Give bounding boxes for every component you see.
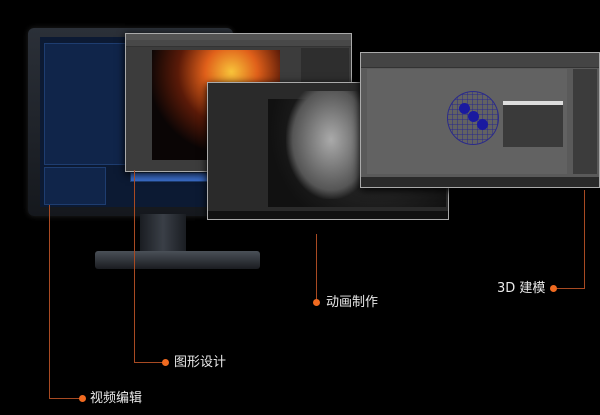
taskbar [208, 211, 448, 219]
object [477, 119, 488, 130]
callout-dot [313, 299, 320, 306]
monitor-stand-base [95, 251, 260, 269]
monitor-stand-neck [140, 214, 186, 256]
callout-line [584, 190, 585, 289]
callout-dot [162, 359, 169, 366]
callout-line [316, 234, 317, 300]
shelf-toolbar [361, 53, 599, 68]
label-3d-modeling: 3D 建模 [497, 281, 546, 296]
label-animation: 动画制作 [326, 295, 379, 310]
editor-panel [44, 167, 106, 205]
3d-viewport [367, 69, 567, 174]
maya-window [360, 52, 600, 188]
callout-line [555, 288, 585, 289]
label-video-editing: 视频编辑 [90, 391, 143, 406]
callout-line [49, 398, 81, 399]
editor-panel [44, 43, 126, 165]
callout-dot [79, 395, 86, 402]
dialog [503, 101, 563, 147]
options-bar [126, 40, 351, 47]
callout-line [49, 205, 50, 399]
callout-dot [550, 285, 557, 292]
label-graphic-design: 图形设计 [174, 355, 227, 370]
channel-box [573, 69, 597, 174]
timeline [361, 177, 599, 187]
callout-line [134, 170, 135, 363]
callout-line [134, 362, 164, 363]
